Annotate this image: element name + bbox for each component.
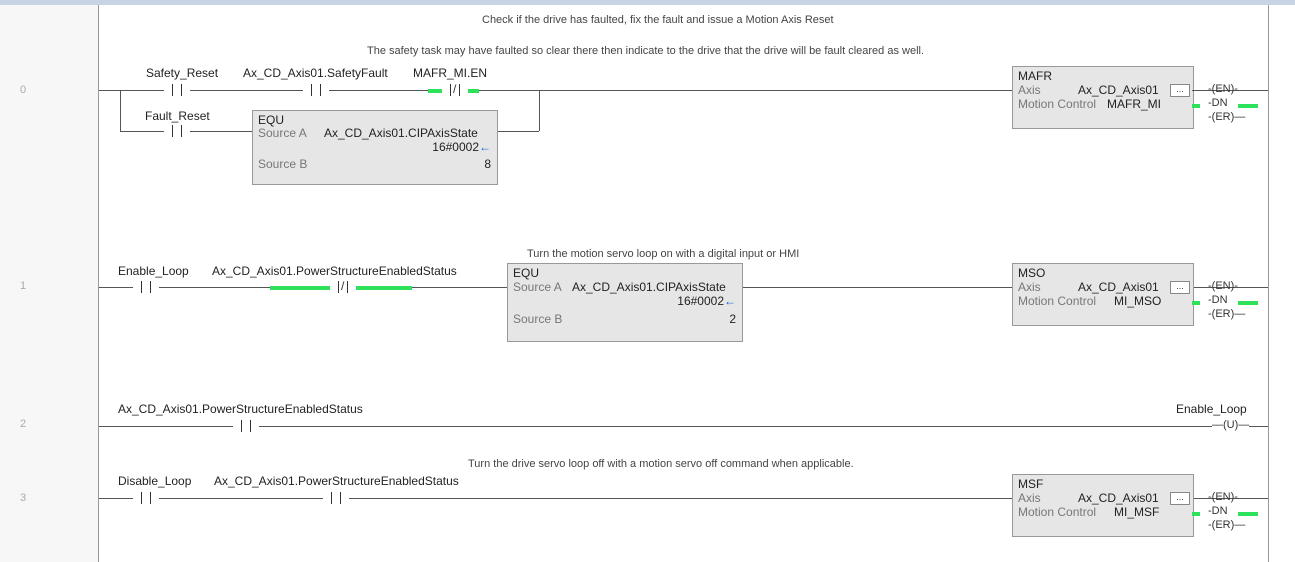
equ-instruction[interactable]: EQU Source A Ax_CD_Axis01.CIPAxisState 16…	[507, 263, 743, 342]
motion-control-value[interactable]: MAFR_MI	[1107, 97, 1161, 111]
motion-control-value[interactable]: MI_MSO	[1114, 294, 1161, 308]
xio-slash: /	[341, 279, 345, 293]
source-a-value: 16#0002	[677, 294, 724, 308]
er-output: ER	[1215, 308, 1231, 320]
dn-output: DN	[1211, 97, 1228, 109]
motion-control-label: Motion Control	[1018, 505, 1097, 519]
rung-number[interactable]: 3	[20, 492, 32, 504]
value-arrow-icon: ←	[724, 294, 736, 308]
contact-tag[interactable]: Ax_CD_Axis01.SafetyFault	[243, 66, 388, 80]
er-output: ER	[1215, 111, 1231, 123]
contact-tag[interactable]: Safety_Reset	[146, 66, 218, 80]
source-b-value[interactable]: 2	[729, 312, 736, 326]
rung-comment: Turn the drive servo loop off with a mot…	[468, 458, 854, 470]
axis-label: Axis	[1018, 280, 1041, 294]
er-output: ER	[1215, 519, 1231, 531]
energized-indicator	[1192, 301, 1200, 305]
rung-number[interactable]: 1	[20, 280, 32, 292]
energized-indicator	[1192, 104, 1200, 108]
rung-comment: Check if the drive has faulted, fix the …	[482, 14, 834, 26]
xic-contact[interactable]	[303, 84, 329, 96]
contact-tag[interactable]: Fault_Reset	[145, 109, 210, 123]
rung-comment: The safety task may have faulted so clea…	[367, 45, 925, 57]
ellipsis-button[interactable]: ...	[1170, 84, 1190, 97]
en-output: EN	[1215, 491, 1231, 503]
axis-label: Axis	[1018, 83, 1041, 97]
xio-slash: /	[453, 82, 457, 96]
equ-title: EQU	[513, 266, 540, 280]
top-border	[0, 0, 1295, 5]
contact-tag[interactable]: Ax_CD_Axis01.PowerStructureEnabledStatus	[212, 264, 457, 278]
motion-control-value[interactable]: MI_MSF	[1114, 505, 1159, 519]
axis-label: Axis	[1018, 491, 1041, 505]
mso-instruction[interactable]: MSO Axis Ax_CD_Axis01 ... Motion Control M…	[1012, 263, 1194, 326]
source-a-value: 16#0002	[432, 140, 479, 154]
source-a-label: Source A	[258, 126, 307, 140]
energized-indicator	[1238, 104, 1258, 108]
ellipsis-button[interactable]: ...	[1170, 492, 1190, 505]
energized-indicator	[1192, 512, 1200, 516]
branch-wire	[120, 90, 121, 131]
axis-value[interactable]: Ax_CD_Axis01	[1078, 280, 1159, 294]
coil-tag[interactable]: Enable_Loop	[1176, 402, 1247, 416]
instruction-title: MSF	[1018, 477, 1044, 491]
energized-indicator	[270, 286, 336, 290]
instruction-title: MAFR	[1018, 69, 1052, 83]
xio-contact[interactable]: /	[330, 279, 356, 293]
msf-instruction[interactable]: MSF Axis Ax_CD_Axis01 ... Motion Control M…	[1012, 474, 1194, 537]
xic-contact[interactable]	[323, 492, 349, 504]
en-output: EN	[1215, 83, 1231, 95]
ladder-editor: 0 Check if the drive has faulted, fix th…	[0, 0, 1295, 562]
axis-value[interactable]: Ax_CD_Axis01	[1078, 83, 1159, 97]
ellipsis-button[interactable]: ...	[1170, 281, 1190, 294]
energized-indicator	[350, 286, 412, 290]
source-a-tag[interactable]: Ax_CD_Axis01.CIPAxisState	[572, 280, 726, 294]
unlatch-coil[interactable]: —(U)—	[1212, 419, 1250, 431]
branch-wire	[496, 131, 539, 132]
rung-number[interactable]: 0	[20, 84, 32, 96]
rung-number-margin	[0, 5, 99, 562]
xio-contact[interactable]: /	[442, 82, 468, 96]
motion-control-label: Motion Control	[1018, 294, 1097, 308]
axis-value[interactable]: Ax_CD_Axis01	[1078, 491, 1159, 505]
energized-indicator	[1238, 512, 1258, 516]
xic-contact[interactable]	[164, 125, 190, 137]
motion-control-label: Motion Control	[1018, 97, 1097, 111]
dn-output: DN	[1211, 294, 1228, 306]
energized-indicator	[1238, 301, 1258, 305]
xic-contact[interactable]	[233, 420, 259, 432]
xic-contact[interactable]	[164, 84, 190, 96]
dn-output: DN	[1211, 505, 1228, 517]
contact-tag[interactable]: Ax_CD_Axis01.PowerStructureEnabledStatus	[118, 402, 363, 416]
en-output: EN	[1215, 280, 1231, 292]
contact-tag[interactable]: Ax_CD_Axis01.PowerStructureEnabledStatus	[214, 474, 459, 488]
contact-tag[interactable]: Disable_Loop	[118, 474, 191, 488]
right-power-rail	[1268, 5, 1269, 562]
equ-title: EQU	[258, 113, 285, 127]
source-a-label: Source A	[513, 280, 562, 294]
source-b-label: Source B	[513, 312, 563, 326]
contact-tag[interactable]: MAFR_MI.EN	[413, 66, 487, 80]
source-b-value[interactable]: 8	[484, 157, 491, 171]
contact-tag[interactable]: Enable_Loop	[118, 264, 189, 278]
source-b-label: Source B	[258, 157, 308, 171]
rung-comment: Turn the motion servo loop on with a dig…	[527, 248, 800, 260]
xic-contact[interactable]	[133, 281, 159, 293]
mafr-instruction[interactable]: MAFR Axis Ax_CD_Axis01 ... Motion Control…	[1012, 66, 1194, 129]
instruction-title: MSO	[1018, 266, 1046, 280]
source-a-tag[interactable]: Ax_CD_Axis01.CIPAxisState	[324, 126, 478, 140]
xic-contact[interactable]	[133, 492, 159, 504]
value-arrow-icon: ←	[479, 140, 491, 154]
equ-instruction[interactable]: EQU Source A Ax_CD_Axis01.CIPAxisState 16…	[252, 110, 498, 185]
branch-wire	[539, 90, 540, 131]
rung-wire	[99, 426, 1268, 427]
rung-number[interactable]: 2	[20, 418, 32, 430]
